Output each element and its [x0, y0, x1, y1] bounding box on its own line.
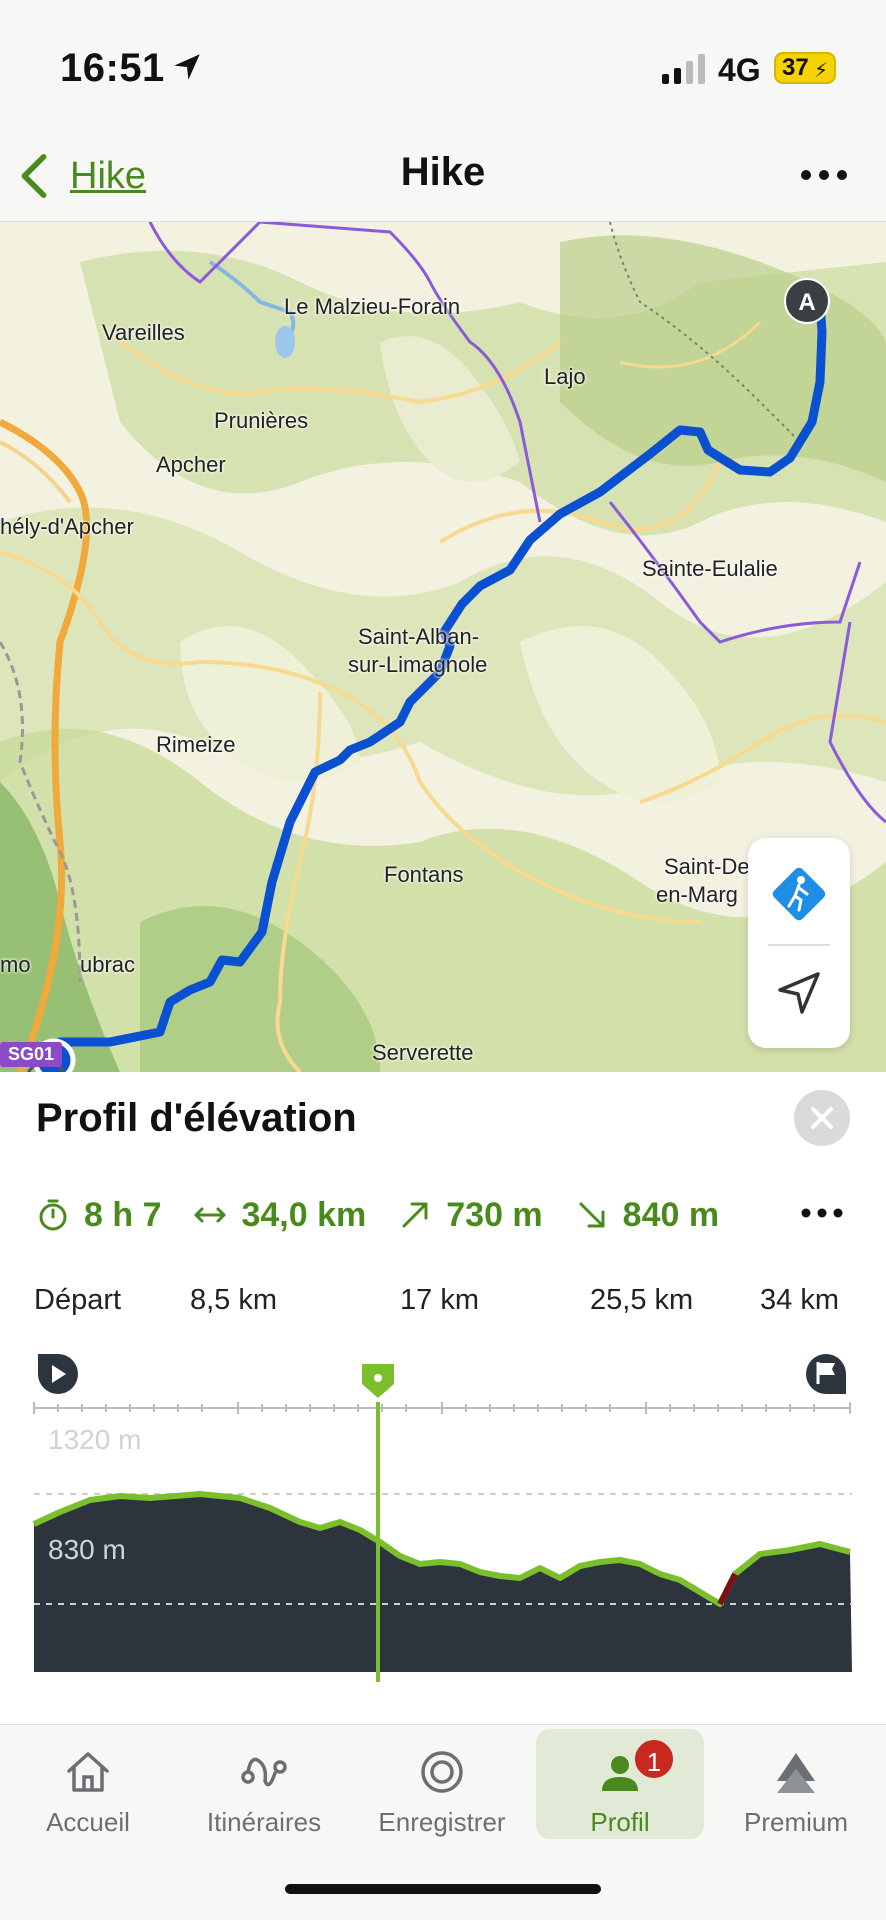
map-place-label: Fontans [384, 862, 464, 887]
stat-distance: 34,0 km [193, 1196, 366, 1235]
status-time: 16:51 [60, 46, 165, 90]
distance-value: 34,0 km [241, 1195, 367, 1234]
map-place-label: sur-Limagnole [348, 652, 488, 677]
map-place-label: Saint-De [664, 854, 750, 879]
map-place-label: Le Malzieu-Forain [284, 294, 461, 319]
descent-arrow-icon [579, 1202, 605, 1228]
route-icon [241, 1757, 287, 1787]
descent-value: 840 m [622, 1195, 720, 1234]
premium-icon [777, 1753, 815, 1793]
map-place-label: Sainte-Eulalie [642, 556, 778, 581]
navigation-arrow-icon[interactable] [772, 966, 826, 1020]
tab-label: Premium [743, 1807, 848, 1837]
map-place-label: Prunières [214, 408, 309, 433]
tab-premium[interactable]: Premium [712, 1729, 880, 1839]
more-options-icon[interactable] [800, 1202, 844, 1224]
start-flag-icon [38, 1354, 78, 1394]
home-indicator[interactable] [285, 1884, 601, 1894]
map-place-label: Rimeize [156, 732, 236, 757]
status-bar: 16:51 4G 37 ⚡ [0, 0, 886, 130]
charging-icon: ⚡ [813, 60, 828, 82]
map-place-label: mo [0, 952, 31, 977]
hiker-icon[interactable] [765, 860, 833, 928]
more-options-icon[interactable] [796, 160, 856, 190]
map-place-label: Apcher [156, 452, 226, 477]
map-place-label: en-Marg [656, 882, 738, 907]
horizontal-arrows-icon [194, 1207, 226, 1223]
divider [768, 944, 830, 946]
location-arrow-icon [174, 54, 200, 80]
route-badge: SG01 [0, 1042, 63, 1067]
distance-axis: Départ 8,5 km 17 km 25,5 km 34 km [34, 1284, 854, 1344]
duration-value: 8 h 7 [84, 1195, 162, 1234]
map-place-label: Saint-Alban- [358, 624, 480, 649]
tab-itineraires[interactable]: Itinéraires [180, 1729, 348, 1839]
map-controls [748, 838, 850, 1048]
tab-label: Itinéraires [206, 1807, 322, 1837]
map-view[interactable]: Le Malzieu-Forain Vareilles Lajo Prunièr… [0, 222, 886, 1072]
distance-tick-label: 25,5 km [590, 1284, 694, 1316]
map-place-label: hély-d'Apcher [0, 514, 134, 539]
stopwatch-icon [39, 1199, 67, 1231]
network-type: 4G [718, 52, 761, 88]
page-title: Hike [400, 150, 486, 194]
distance-tick-label: Départ [34, 1284, 122, 1316]
stat-duration: 8 h 7 [36, 1196, 161, 1235]
tab-label: Enregistrer [378, 1807, 506, 1837]
distance-tick-label: 17 km [400, 1284, 479, 1316]
panel-title: Profil d'élévation [36, 1096, 357, 1140]
tab-accueil[interactable]: Accueil [4, 1729, 172, 1839]
stat-ascent: 730 m [398, 1195, 543, 1235]
close-icon[interactable] [794, 1090, 850, 1146]
battery-indicator: 37 ⚡ [774, 52, 836, 84]
nav-bar: Hike Hike [0, 130, 886, 222]
elevation-tick-label: 830 m [48, 1534, 126, 1565]
home-icon [67, 1752, 109, 1792]
notification-badge: 1 [632, 1737, 676, 1781]
finish-flag-icon [806, 1354, 846, 1394]
tab-label: Profil [590, 1807, 650, 1837]
record-icon [421, 1751, 463, 1793]
signal-icon [662, 54, 705, 84]
tab-label: Accueil [46, 1807, 130, 1837]
tab-enregistrer[interactable]: Enregistrer [358, 1729, 526, 1839]
distance-tick-label: 8,5 km [190, 1284, 278, 1316]
ascent-value: 730 m [446, 1195, 543, 1234]
tab-profil[interactable]: Profil 1 [536, 1729, 704, 1839]
map-place-label: Vareilles [102, 320, 185, 345]
route-start-marker[interactable]: A [784, 278, 830, 324]
elevation-panel: Profil d'élévation 8 h 7 34,0 km 730 m 8… [0, 1072, 886, 1724]
map-place-label: Lajo [544, 364, 586, 389]
map-place-label: ubrac [80, 952, 136, 977]
battery-level: 37 [782, 54, 809, 81]
distance-tick-label: 34 km [760, 1284, 839, 1316]
ascent-arrow-icon [402, 1202, 428, 1228]
map-place-label: Serverette [372, 1040, 474, 1065]
elevation-tick-label: 1320 m [48, 1424, 142, 1455]
stat-descent: 840 m [575, 1196, 719, 1235]
